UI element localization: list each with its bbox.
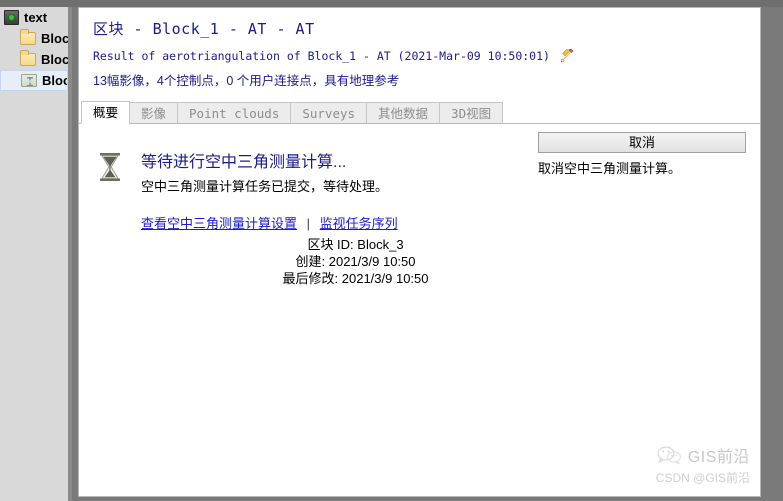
tree-item-root[interactable]: text [0,7,68,28]
tree-item-label: Bloc [41,52,68,67]
tab-images[interactable]: 影像 [129,102,179,124]
watermark-title: GIS前沿 [687,449,750,466]
cancel-description: 取消空中三角测量计算。 [538,161,682,176]
link-view-at-settings[interactable]: 查看空中三角测量计算设置 [141,216,297,231]
subtitle-row: Result of aerotriangulation of Block_1 -… [93,49,746,63]
panel-header: 区块 - Block_1 - AT - AT Result of aerotri… [79,8,760,93]
links-row: 查看空中三角测量计算设置 | 监视任务序列 [141,213,398,232]
tree-item-block-1[interactable]: Bloc [0,28,68,49]
metadata-block: 区块 ID: Block_3 创建: 2021/3/9 10:50 最后修改: … [79,236,760,287]
status-description: 空中三角测量计算任务已提交，等待处理。 [141,179,389,194]
watermark-subtitle: CSDN @GIS前沿 [655,471,750,485]
application-window: text Bloc Bloc Bloc 区块 - Block_1 - AT - … [0,0,783,501]
watermark-top: GIS前沿 [656,443,750,467]
metadata-key: 最后修改: [282,271,339,286]
statistics-line: 13幅影像，4个控制点，0 个用户连接点，具有地理参考 [93,74,400,88]
metadata-row-block-id: 区块 ID: Block_3 [79,236,632,253]
tab-surveys[interactable]: Surveys [290,102,368,124]
tree-item-block-3-selected[interactable]: Bloc [0,70,68,91]
cancel-button[interactable]: 取消 [538,132,746,153]
folder-icon [20,50,36,66]
project-icon [4,10,19,25]
tab-3d-view[interactable]: 3D视图 [439,102,504,124]
tab-other-data[interactable]: 其他数据 [366,102,441,124]
tree-item-label: Bloc [42,73,67,88]
status-block: 等待进行空中三角测量计算... 空中三角测量计算任务已提交，等待处理。 [93,148,388,195]
sidebar-divider[interactable] [68,7,72,501]
panel-body: 等待进行空中三角测量计算... 空中三角测量计算任务已提交，等待处理。 查看空中… [79,124,760,494]
tree-item-label: text [24,10,48,25]
pencil-icon[interactable] [560,49,574,63]
wechat-icon [656,445,682,465]
metadata-key: 创建: [295,254,326,269]
tab-summary[interactable]: 概要 [81,101,131,124]
tab-bar: 概要 影像 Point clouds Surveys 其他数据 3D视图 [79,101,760,124]
tree-item-block-2[interactable]: Bloc [0,49,68,70]
project-tree-sidebar[interactable]: text Bloc Bloc Bloc [0,7,68,501]
metadata-row-created: 创建: 2021/3/9 10:50 [79,253,632,270]
link-separator: | [306,216,311,231]
folder-hourglass-icon [21,74,37,87]
metadata-value: Block_3 [357,237,404,252]
page-title: 区块 - Block_1 - AT - AT [93,20,315,38]
main-panel: 区块 - Block_1 - AT - AT Result of aerotri… [78,7,761,497]
status-title: 等待进行空中三角测量计算... [141,154,347,171]
cancel-panel: 取消 取消空中三角测量计算。 [538,132,746,177]
metadata-key: 区块 ID: [307,237,354,252]
tab-point-clouds[interactable]: Point clouds [177,102,292,124]
metadata-value: 2021/3/9 10:50 [341,271,429,286]
link-monitor-job-queue[interactable]: 监视任务序列 [320,216,398,231]
metadata-value: 2021/3/9 10:50 [328,254,416,269]
folder-icon [20,29,36,45]
status-texts: 等待进行空中三角测量计算... 空中三角测量计算任务已提交，等待处理。 [141,148,388,195]
subtitle-text: Result of aerotriangulation of Block_1 -… [93,49,550,63]
watermark: GIS前沿 CSDN @GIS前沿 [656,443,750,486]
hourglass-icon [93,150,127,184]
tree-item-label: Bloc [41,31,68,46]
metadata-row-modified: 最后修改: 2021/3/9 10:50 [79,270,632,287]
window-top-strip [0,0,783,7]
